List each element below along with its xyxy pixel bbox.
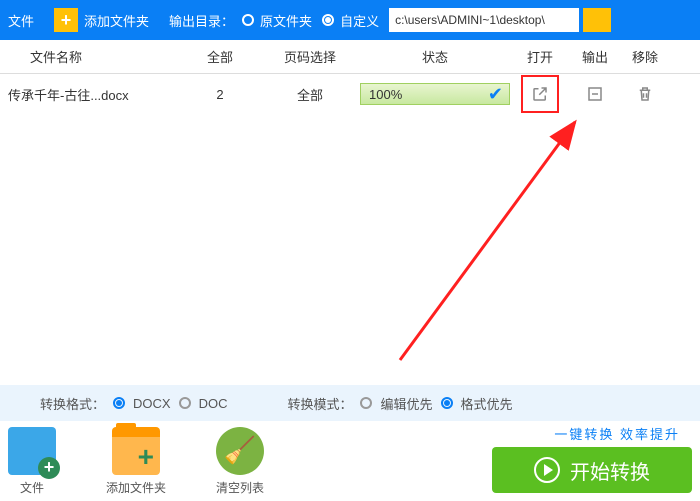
- browse-folder-icon[interactable]: [583, 8, 611, 32]
- output-button[interactable]: [582, 81, 608, 107]
- header-page: 页码选择: [260, 47, 360, 66]
- mode-edit[interactable]: 编辑优先: [380, 394, 432, 413]
- cell-page-select[interactable]: 全部: [260, 85, 360, 104]
- progress-text: 100%: [369, 87, 402, 102]
- cell-count: 2: [180, 87, 260, 102]
- trash-icon: [636, 85, 654, 103]
- top-toolbar: 文件 + 添加文件夹 输出目录： 原文件夹 自定义: [0, 0, 700, 40]
- radio-icon: [322, 14, 334, 26]
- add-folder-icon[interactable]: +: [54, 8, 78, 32]
- add-file-icon: [8, 427, 56, 475]
- start-button-label: 开始转换: [570, 456, 650, 485]
- radio-icon[interactable]: [113, 397, 125, 409]
- header-status: 状态: [360, 47, 510, 66]
- clear-list-action[interactable]: 清空列表: [216, 427, 264, 496]
- progress-bar: 100% ✔: [360, 83, 510, 105]
- open-button[interactable]: [527, 81, 553, 107]
- cell-status: 100% ✔: [360, 83, 510, 105]
- cell-open: [510, 75, 570, 113]
- header-remove: 移除: [620, 47, 670, 66]
- cell-remove: [620, 81, 670, 107]
- radio-icon[interactable]: [179, 397, 191, 409]
- mode-group: 转换模式： 编辑优先 格式优先: [287, 394, 512, 413]
- format-docx[interactable]: DOCX: [133, 396, 171, 411]
- remove-button[interactable]: [632, 81, 658, 107]
- add-folder-action[interactable]: 添加文件夹: [106, 427, 166, 496]
- output-dir-label: 输出目录：: [169, 11, 234, 30]
- table-header: 文件名称 全部 页码选择 状态 打开 输出 移除: [0, 40, 700, 74]
- slogan-text: 一键转换 效率提升: [554, 424, 680, 443]
- header-output: 输出: [570, 47, 620, 66]
- cell-filename[interactable]: 传承千年-古往...docx: [0, 85, 180, 104]
- start-convert-button[interactable]: 开始转换: [492, 447, 692, 493]
- header-filename: 文件名称: [0, 47, 180, 66]
- format-group: 转换格式： DOCX DOC: [40, 394, 227, 413]
- radio-original-label: 原文件夹: [260, 11, 312, 30]
- external-link-icon: [531, 85, 549, 103]
- cell-output: [570, 81, 620, 107]
- radio-icon[interactable]: [441, 397, 453, 409]
- mode-label: 转换模式：: [287, 394, 352, 413]
- radio-icon: [242, 14, 254, 26]
- header-all: 全部: [180, 47, 260, 66]
- add-file-action[interactable]: 文件: [8, 427, 56, 496]
- add-folder-big-icon: [112, 427, 160, 475]
- file-menu[interactable]: 文件: [8, 11, 34, 30]
- broom-icon: [216, 427, 264, 475]
- radio-custom-label: 自定义: [340, 11, 379, 30]
- radio-original-folder[interactable]: 原文件夹: [242, 11, 312, 30]
- header-open: 打开: [510, 47, 570, 66]
- add-file-label: 文件: [20, 479, 44, 496]
- settings-bar: 转换格式： DOCX DOC 转换模式： 编辑优先 格式优先: [0, 385, 700, 421]
- check-icon: ✔: [488, 84, 503, 105]
- play-icon: [534, 457, 560, 483]
- clear-list-label: 清空列表: [216, 479, 264, 496]
- radio-icon[interactable]: [360, 397, 372, 409]
- format-doc[interactable]: DOC: [199, 396, 228, 411]
- output-path-input[interactable]: [389, 8, 579, 32]
- annotation-arrow: [340, 110, 600, 370]
- format-label: 转换格式：: [40, 394, 105, 413]
- add-folder-action-label: 添加文件夹: [106, 479, 166, 496]
- mode-format[interactable]: 格式优先: [461, 394, 513, 413]
- add-folder-label[interactable]: 添加文件夹: [84, 11, 149, 30]
- table-row: 传承千年-古往...docx 2 全部 100% ✔: [0, 74, 700, 114]
- radio-custom-folder[interactable]: 自定义: [322, 11, 379, 30]
- open-highlight-box: [521, 75, 559, 113]
- save-icon: [586, 85, 604, 103]
